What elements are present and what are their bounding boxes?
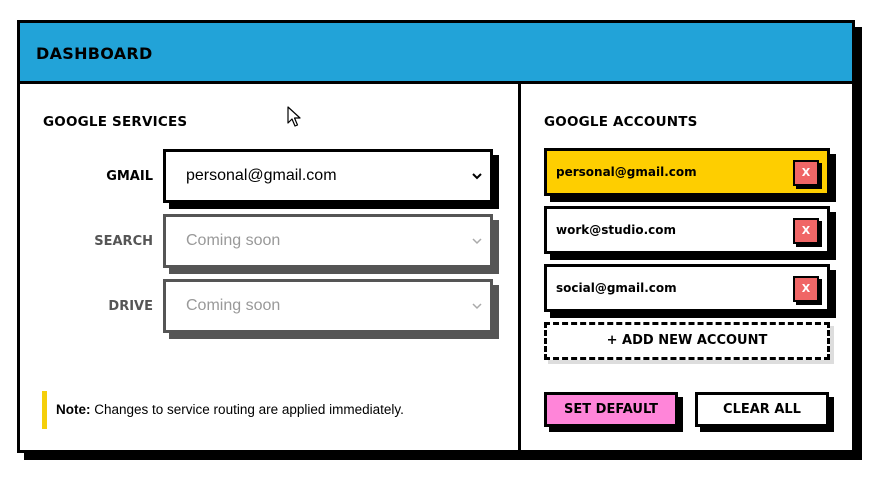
search-select[interactable]: Coming soon xyxy=(163,214,493,268)
accounts-title: GOOGLE ACCOUNTS xyxy=(544,114,698,130)
gmail-label: GMAIL xyxy=(106,169,153,184)
add-account-button[interactable]: + ADD NEW ACCOUNT xyxy=(544,322,830,360)
routing-note: Note: Changes to service routing are app… xyxy=(42,391,442,429)
drive-select-value: Coming soon xyxy=(186,297,281,314)
account-item-personal[interactable]: personal@gmail.com X xyxy=(544,148,830,196)
panel-divider xyxy=(518,84,521,450)
account-email: social@gmail.com xyxy=(556,281,677,295)
remove-account-button[interactable]: X xyxy=(793,160,819,186)
page-title: DASHBOARD xyxy=(36,44,153,63)
remove-account-button[interactable]: X xyxy=(793,218,819,244)
clear-all-button[interactable]: CLEAR ALL xyxy=(695,392,829,427)
services-title: GOOGLE SERVICES xyxy=(43,114,188,130)
gmail-select[interactable]: personal@gmail.com xyxy=(163,149,493,203)
remove-account-button[interactable]: X xyxy=(793,276,819,302)
account-item-work[interactable]: work@studio.com X xyxy=(544,206,830,254)
search-label: SEARCH xyxy=(94,234,153,249)
search-select-value: Coming soon xyxy=(186,232,281,249)
header-bar: DASHBOARD xyxy=(20,23,852,84)
chevron-down-icon xyxy=(472,173,482,180)
account-email: work@studio.com xyxy=(556,223,677,237)
note-prefix: Note: xyxy=(56,402,91,417)
mouse-pointer-icon xyxy=(287,106,301,127)
chevron-down-icon xyxy=(472,303,482,310)
drive-select[interactable]: Coming soon xyxy=(163,279,493,333)
gmail-select-value: personal@gmail.com xyxy=(186,167,337,184)
chevron-down-icon xyxy=(472,238,482,245)
account-item-social[interactable]: social@gmail.com X xyxy=(544,264,830,312)
note-text: Changes to service routing are applied i… xyxy=(90,402,404,417)
drive-label: DRIVE xyxy=(108,299,153,314)
set-default-button[interactable]: SET DEFAULT xyxy=(544,392,678,427)
dashboard-window: DASHBOARD GOOGLE SERVICES GMAIL personal… xyxy=(17,20,855,453)
account-email: personal@gmail.com xyxy=(556,165,697,179)
